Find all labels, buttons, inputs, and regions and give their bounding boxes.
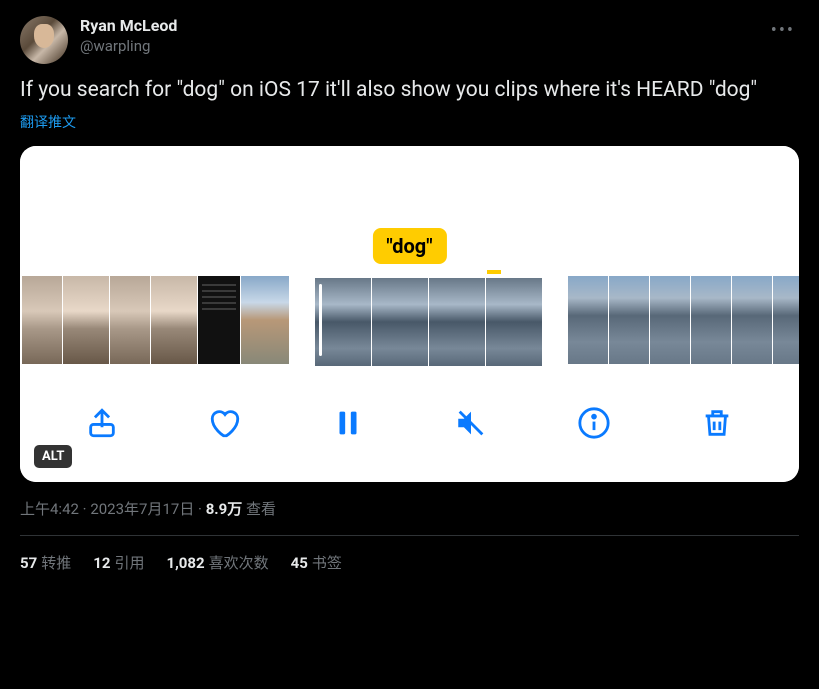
views-count: 8.9万	[206, 500, 243, 518]
timeline-marker	[487, 270, 501, 274]
retweets-count: 57	[20, 554, 37, 572]
video-frame	[22, 276, 62, 364]
user-info[interactable]: Ryan McLeod @warpling	[80, 16, 755, 56]
meta-separator: ·	[194, 500, 205, 518]
video-frame	[609, 276, 649, 364]
quotes-count: 12	[93, 554, 110, 572]
quotes-label: 引用	[114, 554, 144, 572]
retweets-stat[interactable]: 57转推	[20, 552, 71, 573]
video-frame	[732, 276, 772, 364]
tweet-time[interactable]: 上午4:42	[20, 500, 79, 518]
meta-separator: ·	[79, 500, 90, 518]
info-icon	[577, 406, 611, 440]
display-name: Ryan McLeod	[80, 16, 755, 37]
video-frame	[773, 276, 799, 364]
video-timeline[interactable]	[20, 276, 799, 364]
likes-stat[interactable]: 1,082 喜欢次数	[166, 552, 268, 573]
bookmarks-count: 45	[291, 554, 308, 572]
tweet-stats: 57转推 12引用 1,082 喜欢次数 45书签	[20, 536, 799, 573]
user-handle: @warpling	[80, 37, 755, 57]
video-frame	[691, 276, 731, 364]
likes-label: 喜欢次数	[209, 554, 269, 572]
clip-group-3[interactable]	[568, 276, 799, 364]
info-button[interactable]	[569, 398, 619, 448]
quotes-stat[interactable]: 12引用	[93, 552, 144, 573]
video-frame	[568, 276, 608, 364]
pause-icon	[331, 406, 365, 440]
bookmarks-label: 书签	[312, 554, 342, 572]
video-frame	[650, 276, 690, 364]
tweet-container: Ryan McLeod @warpling ••• If you search …	[0, 0, 819, 589]
avatar[interactable]	[20, 16, 68, 64]
ellipsis-icon: •••	[771, 20, 795, 41]
mute-icon	[454, 406, 488, 440]
video-frame	[429, 278, 485, 366]
bookmarks-stat[interactable]: 45书签	[291, 552, 342, 573]
tweet-header: Ryan McLeod @warpling •••	[20, 16, 799, 64]
heart-icon	[208, 406, 242, 440]
video-frame	[63, 276, 109, 364]
media-toolbar	[20, 364, 799, 482]
trash-icon	[700, 406, 734, 440]
like-button[interactable]	[200, 398, 250, 448]
alt-badge[interactable]: ALT	[34, 445, 72, 468]
share-icon	[85, 406, 119, 440]
likes-count: 1,082	[166, 554, 204, 572]
tweet-meta: 上午4:42 · 2023年7月17日 · 8.9万 查看	[20, 498, 799, 519]
video-frame	[315, 278, 371, 366]
share-button[interactable]	[77, 398, 127, 448]
tweet-text: If you search for "dog" on iOS 17 it'll …	[20, 76, 799, 104]
translate-link[interactable]: 翻译推文	[20, 112, 76, 132]
clip-group-1[interactable]	[22, 276, 289, 364]
clip-group-selected[interactable]	[313, 276, 544, 364]
video-frame	[198, 276, 240, 364]
media-attachment[interactable]: "dog"	[20, 146, 799, 482]
mute-button[interactable]	[446, 398, 496, 448]
search-highlight-label: "dog"	[372, 228, 446, 264]
more-options-button[interactable]: •••	[767, 16, 799, 45]
pause-button[interactable]	[323, 398, 373, 448]
video-frame	[486, 278, 542, 366]
views-label: 查看	[242, 500, 276, 518]
video-frame	[372, 278, 428, 366]
tweet-date[interactable]: 2023年7月17日	[90, 500, 194, 518]
video-frame	[110, 276, 150, 364]
media-preview-area: "dog"	[20, 146, 799, 276]
delete-button[interactable]	[692, 398, 742, 448]
video-frame	[241, 276, 289, 364]
retweets-label: 转推	[41, 554, 71, 572]
video-frame	[151, 276, 197, 364]
